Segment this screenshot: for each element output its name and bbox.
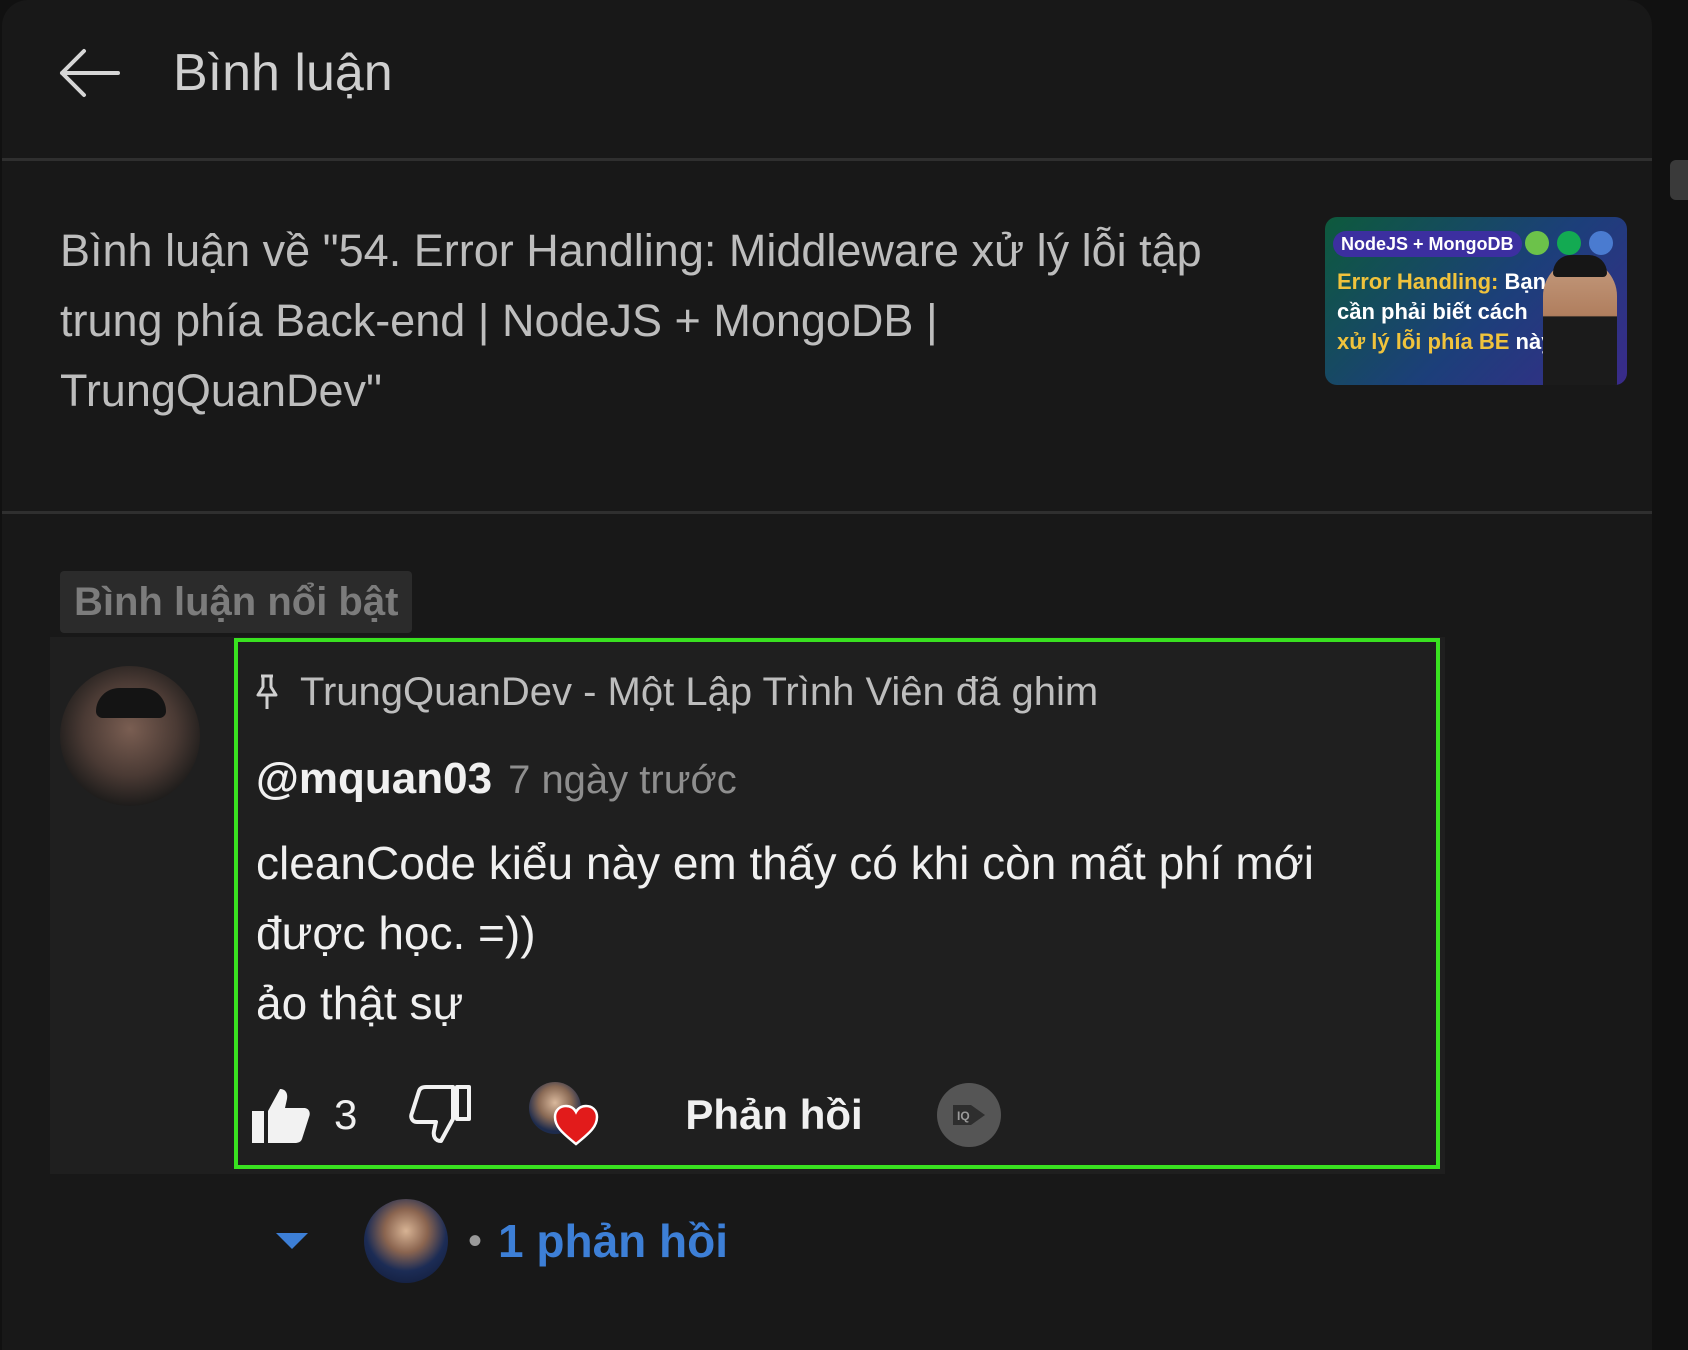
thumbnail-tag: NodeJS + MongoDB	[1333, 231, 1522, 257]
comment-author[interactable]: @mquan03	[256, 754, 492, 804]
play-extension-icon: IQ	[952, 1105, 985, 1125]
comments-panel: Bình luận Bình luận về "54. Error Handli…	[2, 0, 1652, 1350]
comment-timestamp[interactable]: 7 ngày trước	[508, 758, 737, 803]
replies-toggle[interactable]: • 1 phản hồi	[274, 1196, 728, 1286]
background-page-edge	[1670, 160, 1688, 200]
reply-author-avatar	[364, 1199, 448, 1283]
pinned-indicator: TrungQuanDev - Một Lập Trình Viên đã ghi…	[254, 664, 1098, 720]
video-info: Bình luận về "54. Error Handling: Middle…	[2, 161, 1652, 514]
commenter-avatar[interactable]	[60, 666, 200, 806]
separator-dot: •	[468, 1218, 483, 1263]
chevron-down-icon	[276, 1233, 308, 1249]
pinned-text: TrungQuanDev - Một Lập Trình Viên đã ghi…	[300, 669, 1099, 714]
creator-heart-badge	[529, 1078, 609, 1152]
comment-line: được học. =))	[256, 907, 536, 959]
thumbs-down-icon	[409, 1085, 472, 1143]
mongodb-icon	[1557, 231, 1581, 255]
thumbnail-tech-icons	[1525, 231, 1613, 255]
page-title: Bình luận	[173, 44, 393, 102]
thumbnail-line-3: xử lý lỗi phía BE này	[1337, 329, 1554, 354]
video-title: Bình luận về "54. Error Handling: Middle…	[60, 225, 1202, 416]
svg-text:IQ: IQ	[957, 1109, 970, 1123]
tech-logo-icon	[1589, 231, 1613, 255]
featured-comments-label: Bình luận nổi bật	[60, 571, 413, 633]
replies-count[interactable]: 1 phản hồi	[498, 1214, 728, 1268]
back-button[interactable]	[56, 40, 122, 106]
nodejs-icon	[1525, 231, 1549, 255]
thumbnail-presenter-image	[1543, 255, 1617, 385]
comment-actions: 3 Phản hồi IQ	[250, 1078, 1001, 1152]
comment-meta: @mquan03 7 ngày trước	[256, 754, 737, 814]
heart-icon	[554, 1104, 599, 1146]
pin-icon	[256, 674, 278, 709]
thumbnail-line-2: cần phải biết cách	[1337, 299, 1528, 324]
comment-line: cleanCode kiểu này em thấy có khi còn mấ…	[256, 837, 1315, 889]
arrow-left-icon	[60, 49, 120, 97]
comments-header: Bình luận	[2, 0, 1652, 161]
comment-line: ảo thật sự	[256, 977, 464, 1029]
video-thumbnail[interactable]: NodeJS + MongoDB Error Handling: Bạn cần…	[1325, 217, 1627, 385]
thumbs-up-icon	[252, 1089, 310, 1143]
thumbnail-line-1: Error Handling: Bạn	[1337, 269, 1547, 294]
comment-body: cleanCode kiểu này em thấy có khi còn mấ…	[256, 828, 1386, 1038]
like-count: 3	[334, 1091, 358, 1138]
reply-button[interactable]: Phản hồi	[685, 1091, 862, 1139]
like-button[interactable]	[250, 1085, 312, 1145]
extension-button[interactable]: IQ	[936, 1083, 1001, 1147]
dislike-button[interactable]	[409, 1085, 472, 1145]
